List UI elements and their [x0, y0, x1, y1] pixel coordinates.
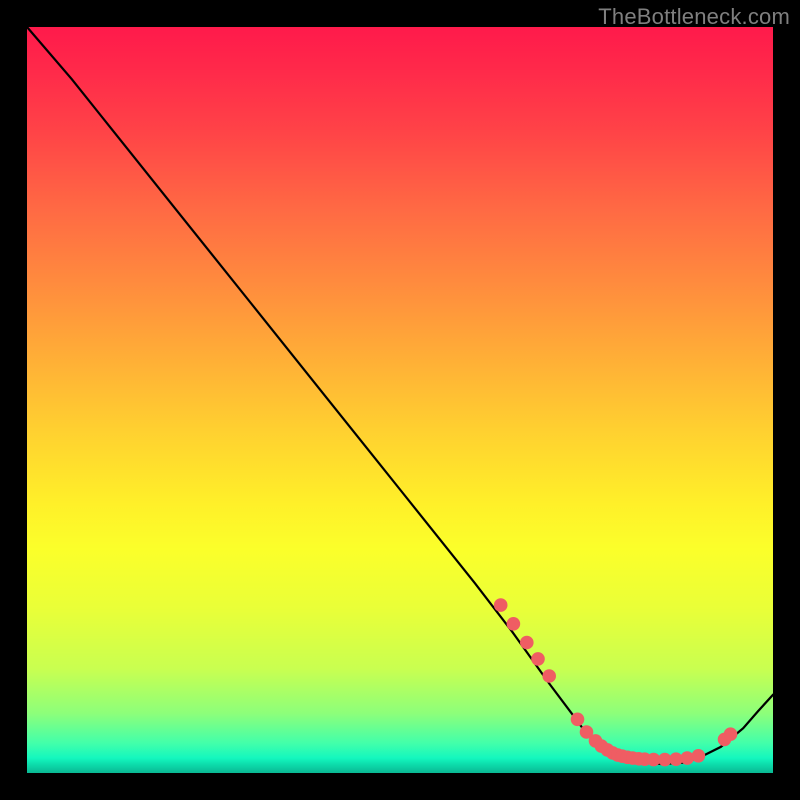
chart-svg: [27, 27, 773, 773]
highlight-dot: [571, 713, 585, 727]
bottleneck-curve: [27, 27, 773, 764]
highlight-dot: [531, 652, 545, 666]
highlight-dot: [507, 617, 521, 631]
highlight-dot: [542, 669, 556, 683]
attribution-text: TheBottleneck.com: [598, 4, 790, 30]
highlight-dot: [724, 727, 738, 741]
highlight-dot: [520, 636, 534, 650]
highlight-dot: [692, 749, 706, 763]
highlight-dot: [494, 598, 508, 612]
highlight-dot-group: [494, 598, 737, 766]
chart-frame: TheBottleneck.com: [0, 0, 800, 800]
plot-area: [27, 27, 773, 773]
highlight-dot: [680, 751, 694, 765]
